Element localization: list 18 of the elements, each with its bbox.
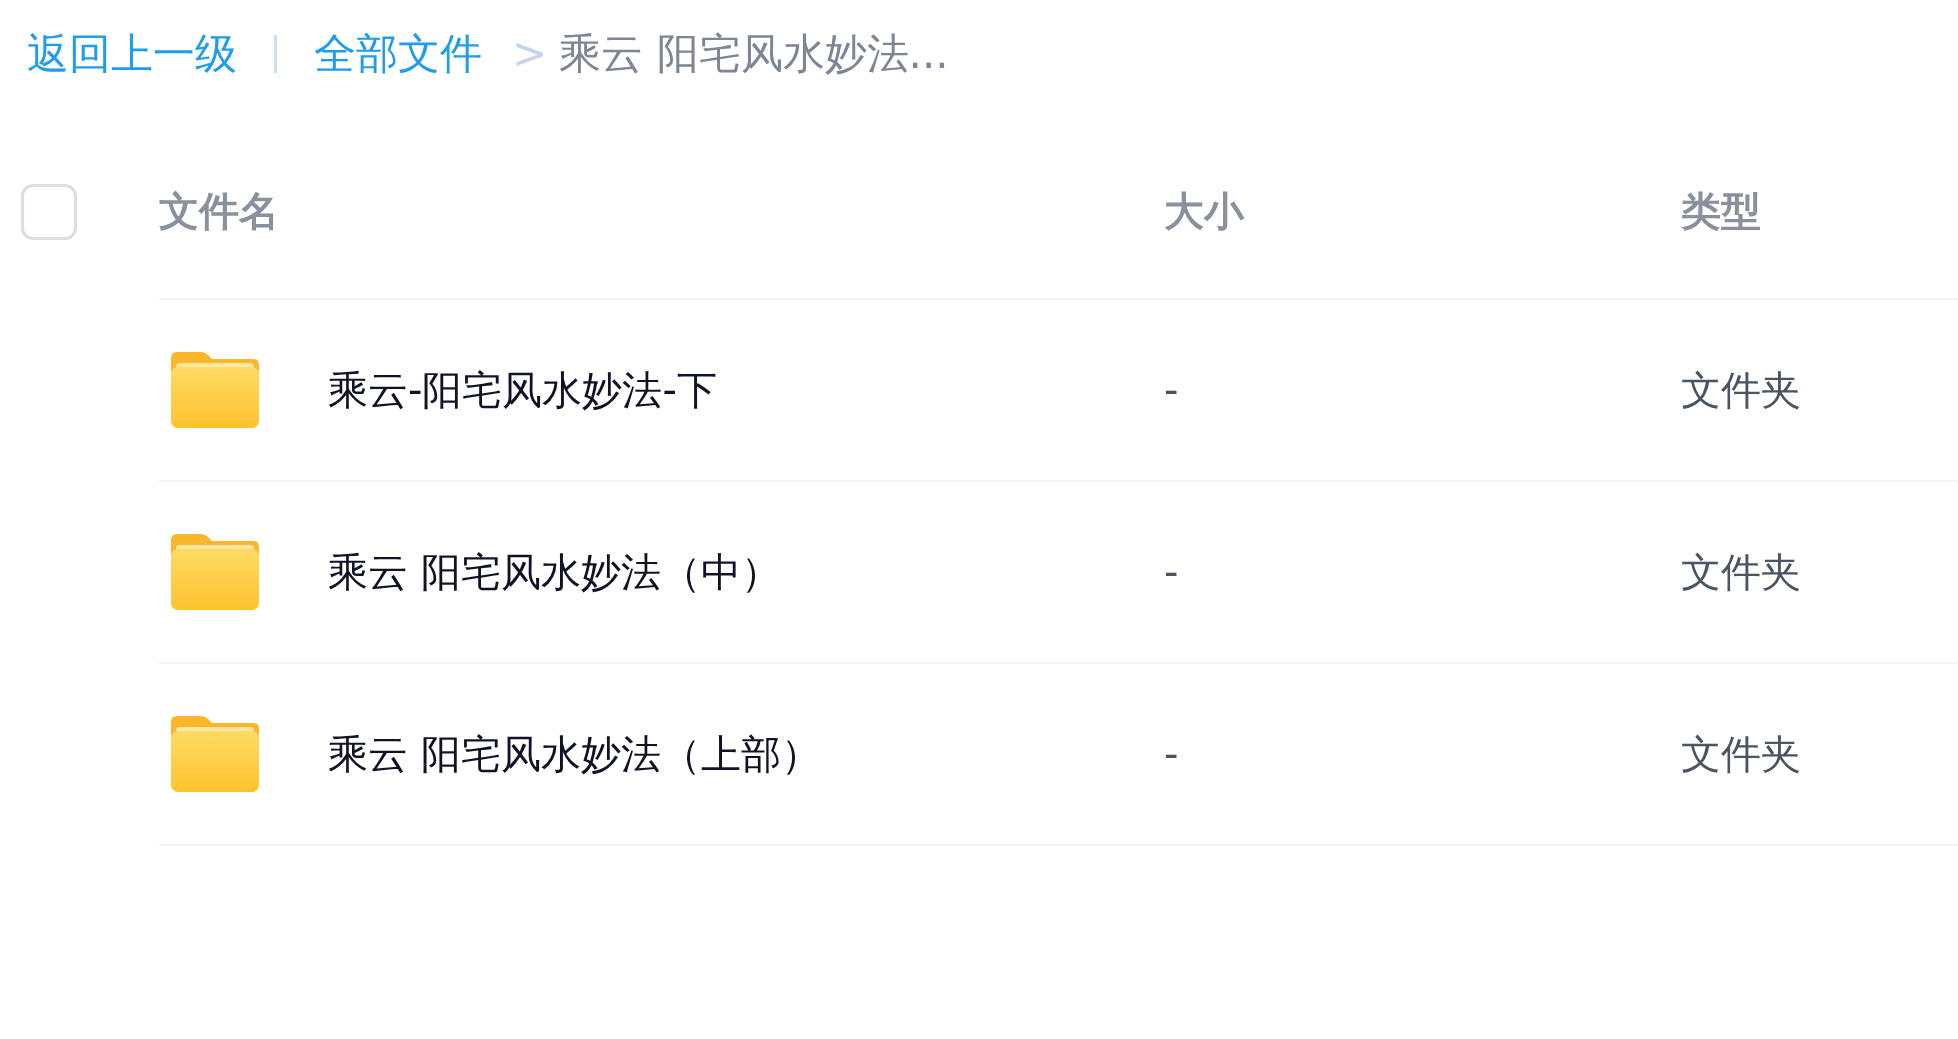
- type-cell-text: 文件夹: [1681, 365, 1801, 415]
- column-header: 大小: [1164, 186, 1244, 236]
- breadcrumb-current: 乘云 阳宅风水妙法...: [559, 28, 949, 80]
- folder-name[interactable]: 乘云-阳宅风水妙法-下: [328, 362, 717, 418]
- size-cell: -: [1164, 367, 1179, 413]
- type-cell-text: 文件夹: [1681, 729, 1801, 779]
- folder-icon: [171, 534, 259, 610]
- size-cell: -: [1164, 731, 1179, 777]
- column-header: 文件名: [159, 186, 279, 236]
- breadcrumb-separator: >: [512, 28, 548, 80]
- size-cell: -: [1164, 549, 1179, 595]
- type-cell-text: 文件夹: [1681, 547, 1801, 597]
- folder-icon: [171, 716, 259, 792]
- folder-icon: [171, 352, 259, 428]
- column-header: 类型: [1681, 186, 1761, 236]
- folder-name[interactable]: 乘云 阳宅风水妙法（上部）: [328, 726, 821, 782]
- select-all-checkbox[interactable]: [21, 184, 77, 240]
- folder-name[interactable]: 乘云 阳宅风水妙法（中）: [328, 544, 781, 600]
